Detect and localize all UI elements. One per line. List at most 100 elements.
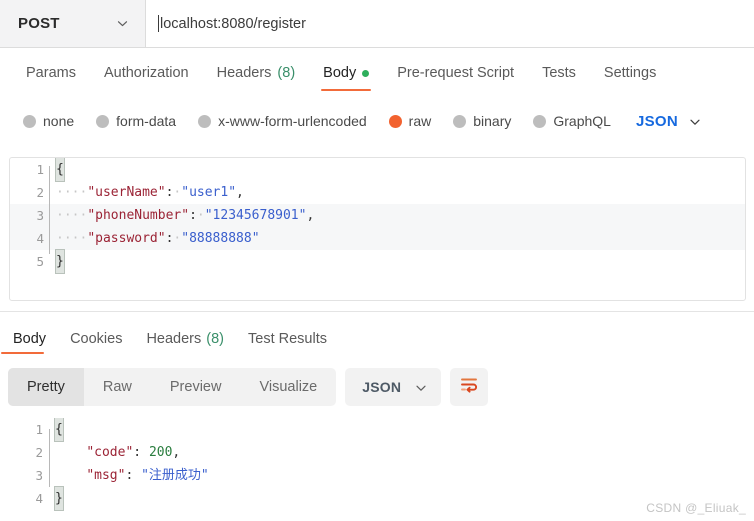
http-method-dropdown[interactable]: POST xyxy=(0,0,146,47)
body-type-urlencoded[interactable]: x-www-form-urlencoded xyxy=(187,113,378,129)
body-type-raw-label: raw xyxy=(408,113,432,129)
code-line-text: { xyxy=(54,418,746,442)
response-view-mode-group: Pretty Raw Preview Visualize xyxy=(8,368,337,406)
word-wrap-icon xyxy=(460,376,479,398)
body-type-selector: none form-data x-www-form-urlencoded raw… xyxy=(0,100,754,142)
tab-params-label: Params xyxy=(26,65,76,81)
tab-authorization-label: Authorization xyxy=(103,65,189,81)
code-line: 4 } xyxy=(9,486,746,511)
indent-guide: ···· xyxy=(56,231,88,246)
tab-tests-label: Tests xyxy=(542,65,576,81)
body-type-form-data[interactable]: form-data xyxy=(85,113,187,129)
body-type-graphql[interactable]: GraphQL xyxy=(522,113,622,129)
tab-pre-request-script[interactable]: Pre-request Script xyxy=(383,48,528,98)
request-body-editor[interactable]: 1 { 2 ····"userName":·"user1", 3 ····"ph… xyxy=(9,157,746,301)
body-type-binary[interactable]: binary xyxy=(442,113,522,129)
body-language-label: JSON xyxy=(635,112,679,130)
radio-form-data-icon[interactable] xyxy=(96,114,110,128)
code-line-text: "code": 200, xyxy=(55,441,746,464)
response-body-code: 1 { 2 "code": 200, 3 "msg": "注册成功" 4 } xyxy=(9,418,746,511)
close-brace: } xyxy=(55,249,65,274)
view-mode-raw-label: Raw xyxy=(102,379,132,395)
word-wrap-toggle-button[interactable] xyxy=(450,368,489,406)
open-brace: { xyxy=(54,418,64,442)
response-tab-body[interactable]: Body xyxy=(1,320,58,358)
code-line: 2 ····"userName":·"user1", xyxy=(10,181,745,204)
tab-headers-label: Headers xyxy=(216,65,272,81)
tab-settings-label: Settings xyxy=(603,65,657,81)
open-brace: { xyxy=(55,158,65,182)
body-type-raw[interactable]: raw xyxy=(378,113,443,129)
response-tab-test-results-label: Test Results xyxy=(248,331,327,347)
response-tab-bar: Body Cookies Headers (8) Test Results xyxy=(0,320,754,358)
tab-headers-count: (8) xyxy=(277,65,296,81)
tab-pre-request-script-label: Pre-request Script xyxy=(397,65,515,81)
radio-raw-icon[interactable] xyxy=(388,114,402,128)
view-mode-pretty-label: Pretty xyxy=(27,379,65,395)
radio-urlencoded-icon[interactable] xyxy=(198,114,212,128)
view-mode-raw[interactable]: Raw xyxy=(84,368,151,406)
json-value: "user1" xyxy=(181,185,237,200)
json-key: "code" xyxy=(86,445,134,460)
watermark-text: CSDN @_Eliuak_ xyxy=(646,501,746,515)
json-value: "88888888" xyxy=(181,231,260,246)
view-mode-pretty[interactable]: Pretty xyxy=(8,368,84,406)
json-value: "注册成功" xyxy=(141,468,209,483)
json-value: "12345678901" xyxy=(204,208,307,223)
tab-tests[interactable]: Tests xyxy=(528,48,590,98)
response-body-viewer[interactable]: 1 { 2 "code": 200, 3 "msg": "注册成功" 4 } xyxy=(9,418,746,514)
code-line: 1 { xyxy=(9,418,746,442)
tab-body-label: Body xyxy=(323,65,357,81)
body-language-dropdown[interactable]: JSON xyxy=(636,113,701,130)
response-tab-cookies[interactable]: Cookies xyxy=(58,320,134,358)
response-tab-test-results[interactable]: Test Results xyxy=(236,320,339,358)
response-tab-headers-count: (8) xyxy=(206,331,224,347)
json-comma: , xyxy=(236,185,244,200)
body-type-none[interactable]: none xyxy=(12,113,85,129)
response-tab-headers-label: Headers xyxy=(146,331,202,347)
chevron-down-icon xyxy=(688,115,701,128)
body-type-none-label: none xyxy=(43,113,75,129)
request-tab-bar: Params Authorization Headers (8) Body Pr… xyxy=(0,48,754,98)
postman-request-response-pane: POST localhost:8080/register Params Auth… xyxy=(0,0,754,521)
view-mode-visualize[interactable]: Visualize xyxy=(240,368,336,406)
code-line-text: ····"password":·"88888888" xyxy=(56,227,745,250)
json-value: 200 xyxy=(148,445,173,460)
close-brace: } xyxy=(54,486,64,511)
tab-headers[interactable]: Headers (8) xyxy=(203,48,310,98)
response-tab-cookies-label: Cookies xyxy=(70,331,123,347)
code-line-text: ····"phoneNumber":·"12345678901", xyxy=(56,204,745,227)
tab-authorization[interactable]: Authorization xyxy=(90,48,203,98)
green-dot-icon xyxy=(362,69,370,77)
radio-graphql-icon[interactable] xyxy=(533,114,547,128)
response-format-label: JSON xyxy=(362,379,402,395)
chevron-down-icon xyxy=(414,381,427,394)
code-fold-guide xyxy=(49,166,50,254)
pane-divider xyxy=(0,311,754,312)
code-line: 5 } xyxy=(10,249,745,274)
view-mode-preview[interactable]: Preview xyxy=(151,368,241,406)
request-url-bar: POST localhost:8080/register xyxy=(0,0,754,48)
radio-none-icon[interactable] xyxy=(23,114,36,128)
response-code-fold-guide xyxy=(49,429,50,487)
response-view-toolbar: Pretty Raw Preview Visualize JSON xyxy=(8,368,489,406)
radio-binary-icon[interactable] xyxy=(453,114,467,128)
json-key: "password" xyxy=(87,231,166,246)
json-comma: , xyxy=(306,208,315,223)
view-mode-preview-label: Preview xyxy=(169,379,222,395)
body-type-graphql-label: GraphQL xyxy=(553,113,611,129)
response-format-dropdown[interactable]: JSON xyxy=(345,368,442,406)
view-mode-visualize-label: Visualize xyxy=(259,379,318,395)
tab-params[interactable]: Params xyxy=(12,48,90,98)
response-tab-headers[interactable]: Headers (8) xyxy=(134,320,236,358)
tab-settings[interactable]: Settings xyxy=(590,48,670,98)
line-number: 4 xyxy=(35,491,43,506)
tab-body[interactable]: Body xyxy=(309,48,383,98)
indent-guide: ···· xyxy=(56,185,88,200)
body-type-urlencoded-label: x-www-form-urlencoded xyxy=(218,113,367,129)
request-url-input[interactable]: localhost:8080/register xyxy=(146,0,754,47)
code-line-text: ····"userName":·"user1", xyxy=(56,181,745,204)
